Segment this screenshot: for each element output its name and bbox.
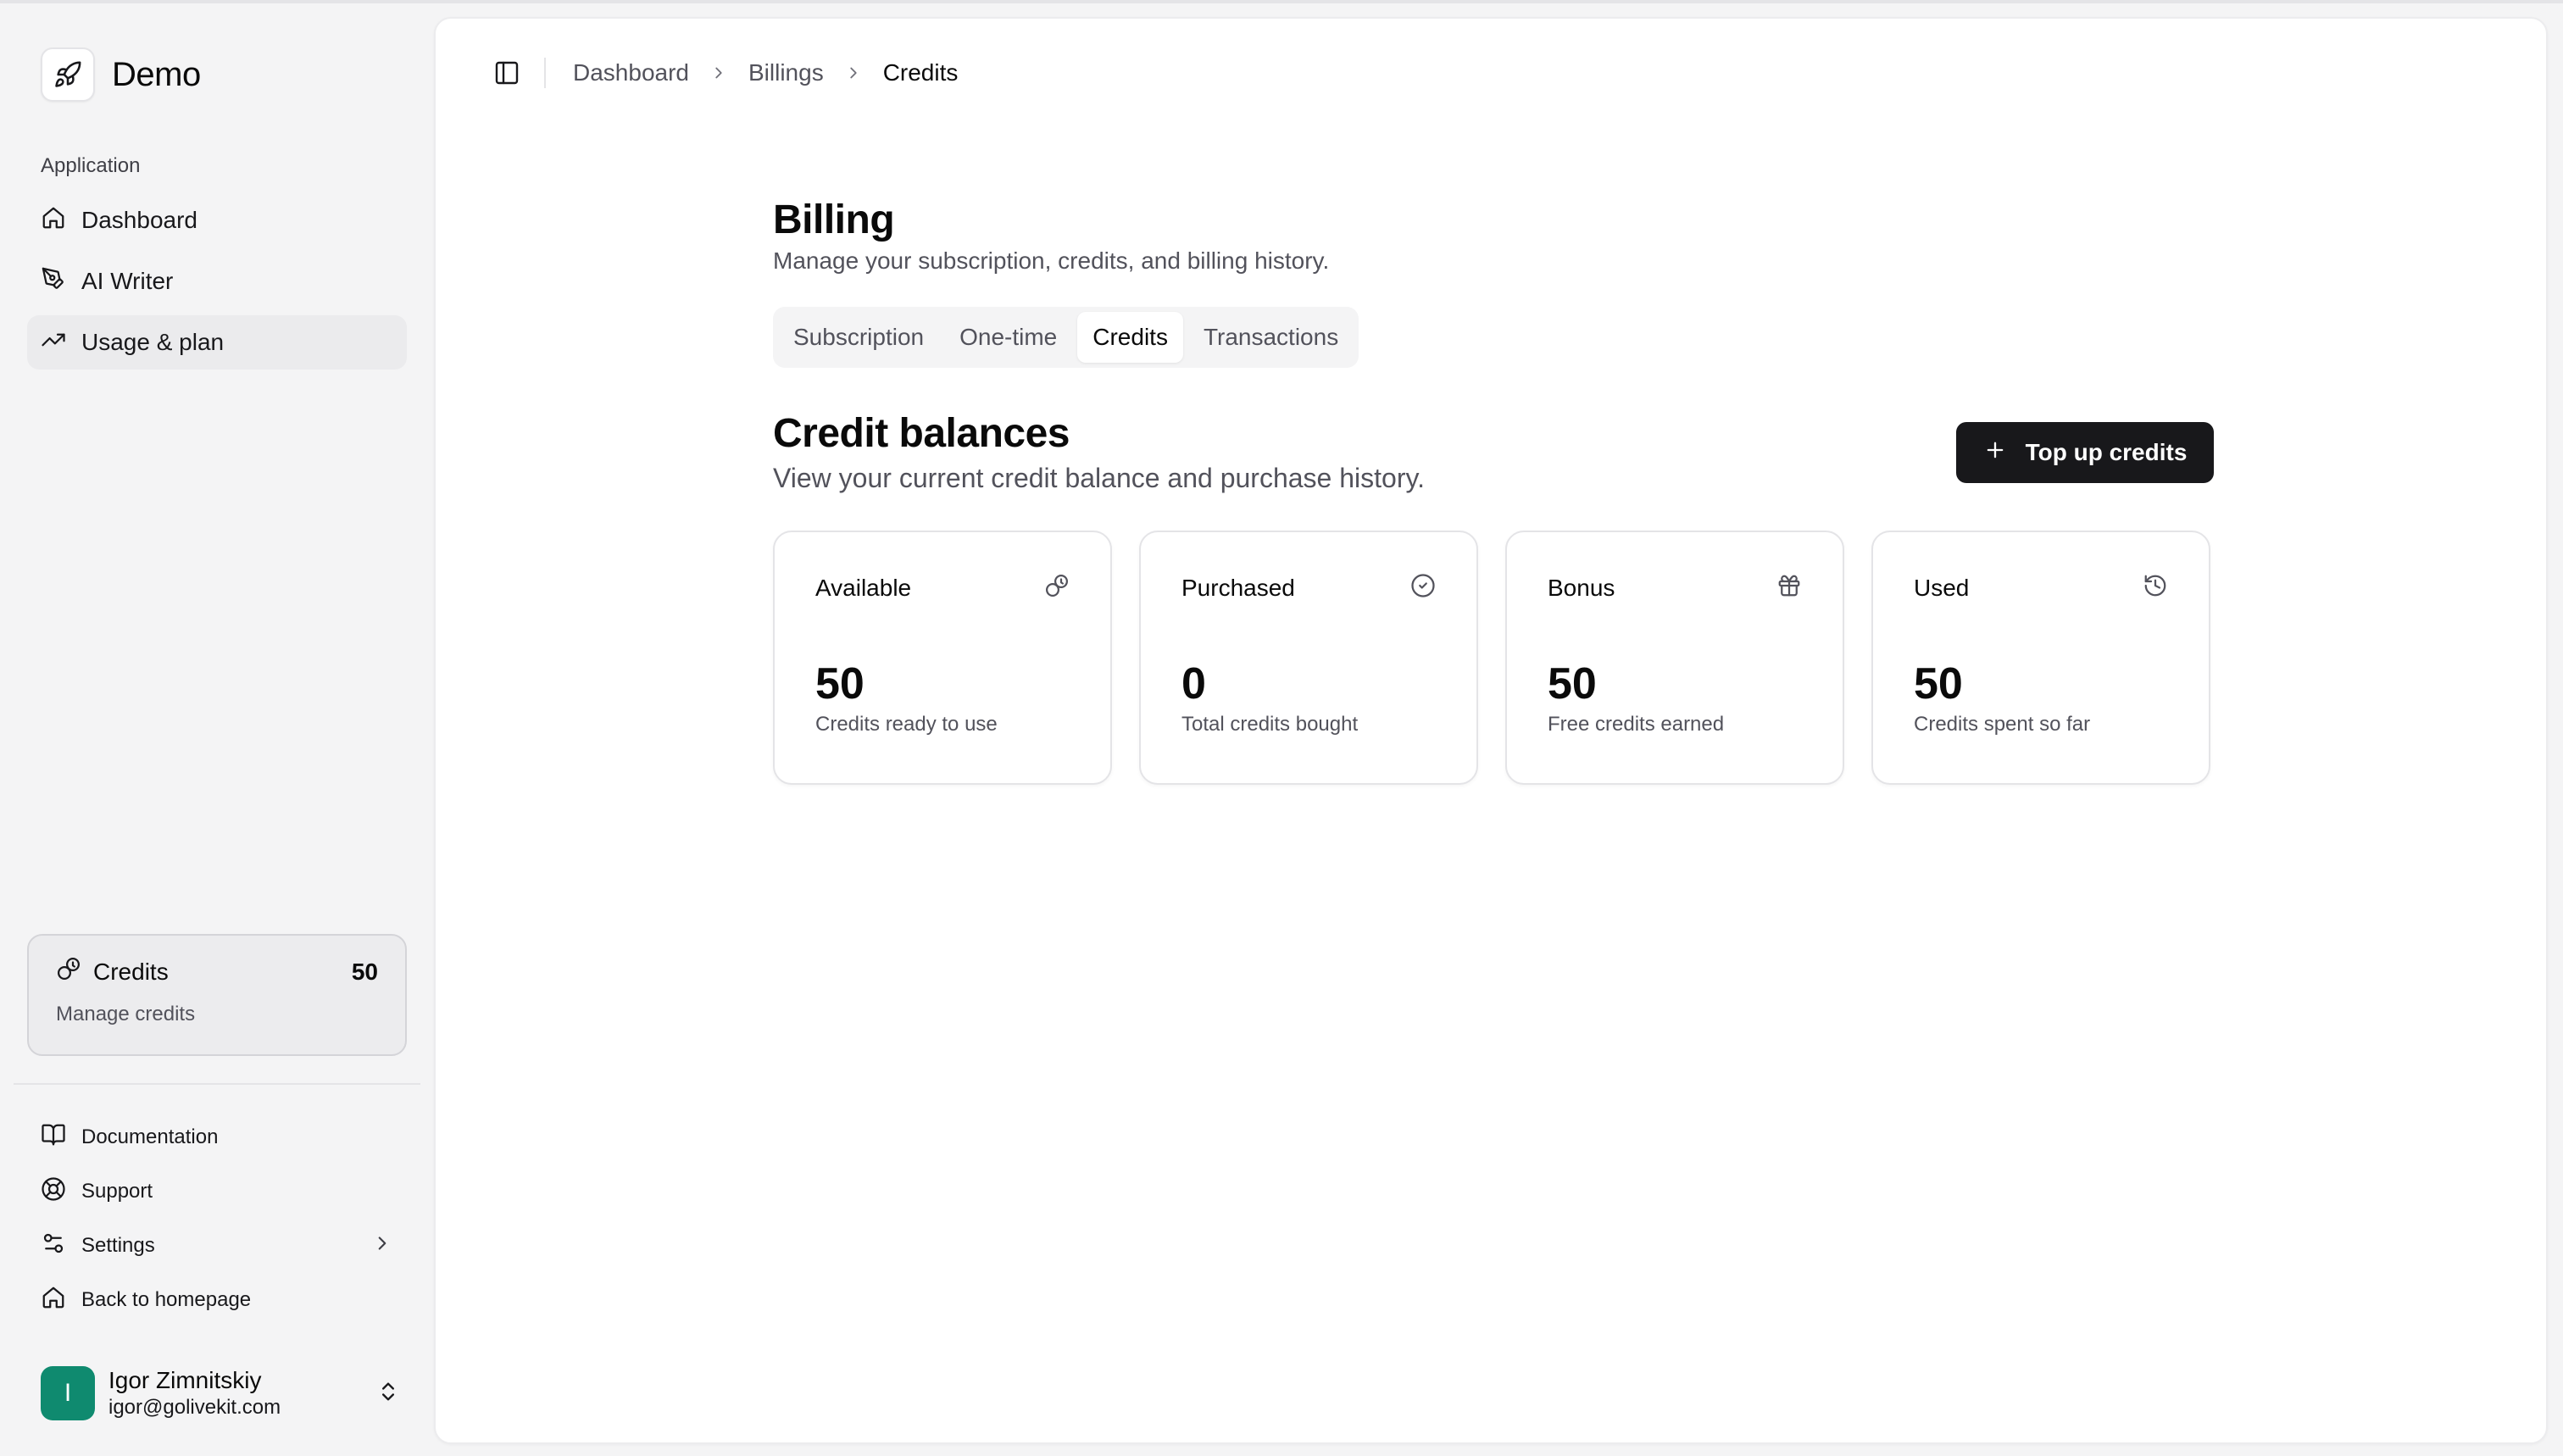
card-label: Used <box>1914 574 1970 601</box>
check-circle-icon <box>1410 573 1436 603</box>
life-buoy-icon <box>41 1176 66 1208</box>
manage-credits-link[interactable]: Manage credits <box>56 1003 378 1026</box>
credit-cards: Available 50 Credits ready to use Purcha… <box>773 531 2214 785</box>
trending-up-icon <box>41 327 66 358</box>
card-label: Bonus <box>1548 574 1615 601</box>
coins-icon <box>56 956 81 987</box>
topbar: Dashboard Billings Credits <box>490 56 958 90</box>
card-description: Credits spent so far <box>1914 713 2091 736</box>
sidebar-item-documentation[interactable]: Documentation <box>27 1110 407 1164</box>
history-icon <box>2143 573 2168 603</box>
sidebar-item-ai-writer[interactable]: AI Writer <box>27 254 407 308</box>
sidebar-item-usage-plan[interactable]: Usage & plan <box>27 315 407 370</box>
breadcrumb-credits: Credits <box>882 59 959 86</box>
chevrons-up-down-icon <box>376 1380 400 1408</box>
brand[interactable]: Demo <box>41 47 201 102</box>
breadcrumb-dashboard[interactable]: Dashboard <box>573 59 689 86</box>
breadcrumb-billings[interactable]: Billings <box>748 59 824 86</box>
sidebar-item-settings[interactable]: Settings <box>27 1219 407 1273</box>
sidebar-divider <box>14 1083 420 1085</box>
breadcrumb: Dashboard Billings Credits <box>573 59 958 86</box>
page-subtitle: Manage your subscription, credits, and b… <box>773 247 1330 274</box>
sidebar: Demo Application Dashboard AI Writer Usa… <box>0 3 434 1456</box>
sidebar-toggle-icon[interactable] <box>490 56 524 90</box>
gift-icon <box>1776 573 1802 603</box>
sidebar-item-dashboard[interactable]: Dashboard <box>27 193 407 247</box>
topbar-separator <box>544 58 546 88</box>
billing-content: Billing Manage your subscription, credit… <box>773 197 2214 785</box>
card-description: Free credits earned <box>1548 713 1725 736</box>
card-label: Purchased <box>1181 574 1295 601</box>
credit-card-purchased: Purchased 0 Total credits bought <box>1139 531 1478 785</box>
pen-tool-icon <box>41 266 66 297</box>
tab-one-time[interactable]: One-time <box>944 312 1072 363</box>
tab-credits[interactable]: Credits <box>1077 312 1183 363</box>
sidebar-item-label: AI Writer <box>81 268 174 294</box>
card-description: Credits ready to use <box>815 713 998 736</box>
tab-subscription[interactable]: Subscription <box>778 312 939 363</box>
credits-count: 50 <box>351 958 378 985</box>
home-icon <box>41 205 66 236</box>
plus-icon <box>1983 438 2007 468</box>
sidebar-nav: Dashboard AI Writer Usage & plan <box>27 193 407 376</box>
settings-sliders-icon <box>41 1231 66 1262</box>
top-up-credits-button[interactable]: Top up credits <box>1956 422 2214 483</box>
sidebar-item-label: Back to homepage <box>81 1288 252 1311</box>
card-value: 0 <box>1181 659 1206 709</box>
page-title: Billing <box>773 197 895 242</box>
app-name: Demo <box>112 55 201 93</box>
sidebar-item-label: Support <box>81 1180 153 1203</box>
chevron-right-icon <box>709 64 728 82</box>
avatar: I <box>41 1366 95 1420</box>
sidebar-item-back-to-homepage[interactable]: Back to homepage <box>27 1273 407 1327</box>
credit-card-available: Available 50 Credits ready to use <box>773 531 1112 785</box>
card-value: 50 <box>1914 659 1963 709</box>
sidebar-item-label: Usage & plan <box>81 329 225 355</box>
coins-icon <box>1044 573 1070 603</box>
sidebar-section-label: Application <box>41 154 141 177</box>
credits-widget[interactable]: Credits 50 Manage credits <box>27 934 407 1056</box>
chevron-right-icon <box>844 64 863 82</box>
sidebar-item-label: Documentation <box>81 1125 219 1148</box>
credit-balances-header: Credit balances View your current credit… <box>773 410 2214 503</box>
card-value: 50 <box>1548 659 1597 709</box>
credit-card-bonus: Bonus 50 Free credits earned <box>1505 531 1844 785</box>
rocket-icon <box>41 47 95 102</box>
sidebar-secondary-nav: Documentation Support Settings Back to h… <box>27 1110 407 1327</box>
sidebar-item-label: Settings <box>81 1234 155 1257</box>
book-open-icon <box>41 1122 66 1153</box>
user-email: igor@golivekit.com <box>108 1396 281 1419</box>
user-name: Igor Zimnitskiy <box>108 1367 262 1393</box>
sidebar-item-label: Dashboard <box>81 207 197 233</box>
main-panel: Dashboard Billings Credits Billing Manag… <box>434 17 2548 1444</box>
top-up-credits-label: Top up credits <box>2025 439 2188 465</box>
sidebar-item-support[interactable]: Support <box>27 1164 407 1219</box>
user-menu[interactable]: I Igor Zimnitskiy igor@golivekit.com <box>41 1364 400 1422</box>
credit-card-used: Used 50 Credits spent so far <box>1871 531 2210 785</box>
chevron-right-icon <box>371 1232 393 1260</box>
card-description: Total credits bought <box>1181 713 1359 736</box>
credits-label: Credits <box>93 958 169 985</box>
card-value: 50 <box>815 659 865 709</box>
tab-transactions[interactable]: Transactions <box>1188 312 1354 363</box>
card-label: Available <box>815 574 912 601</box>
billing-tabs: Subscription One-time Credits Transactio… <box>773 307 1359 368</box>
home-icon <box>41 1285 66 1316</box>
